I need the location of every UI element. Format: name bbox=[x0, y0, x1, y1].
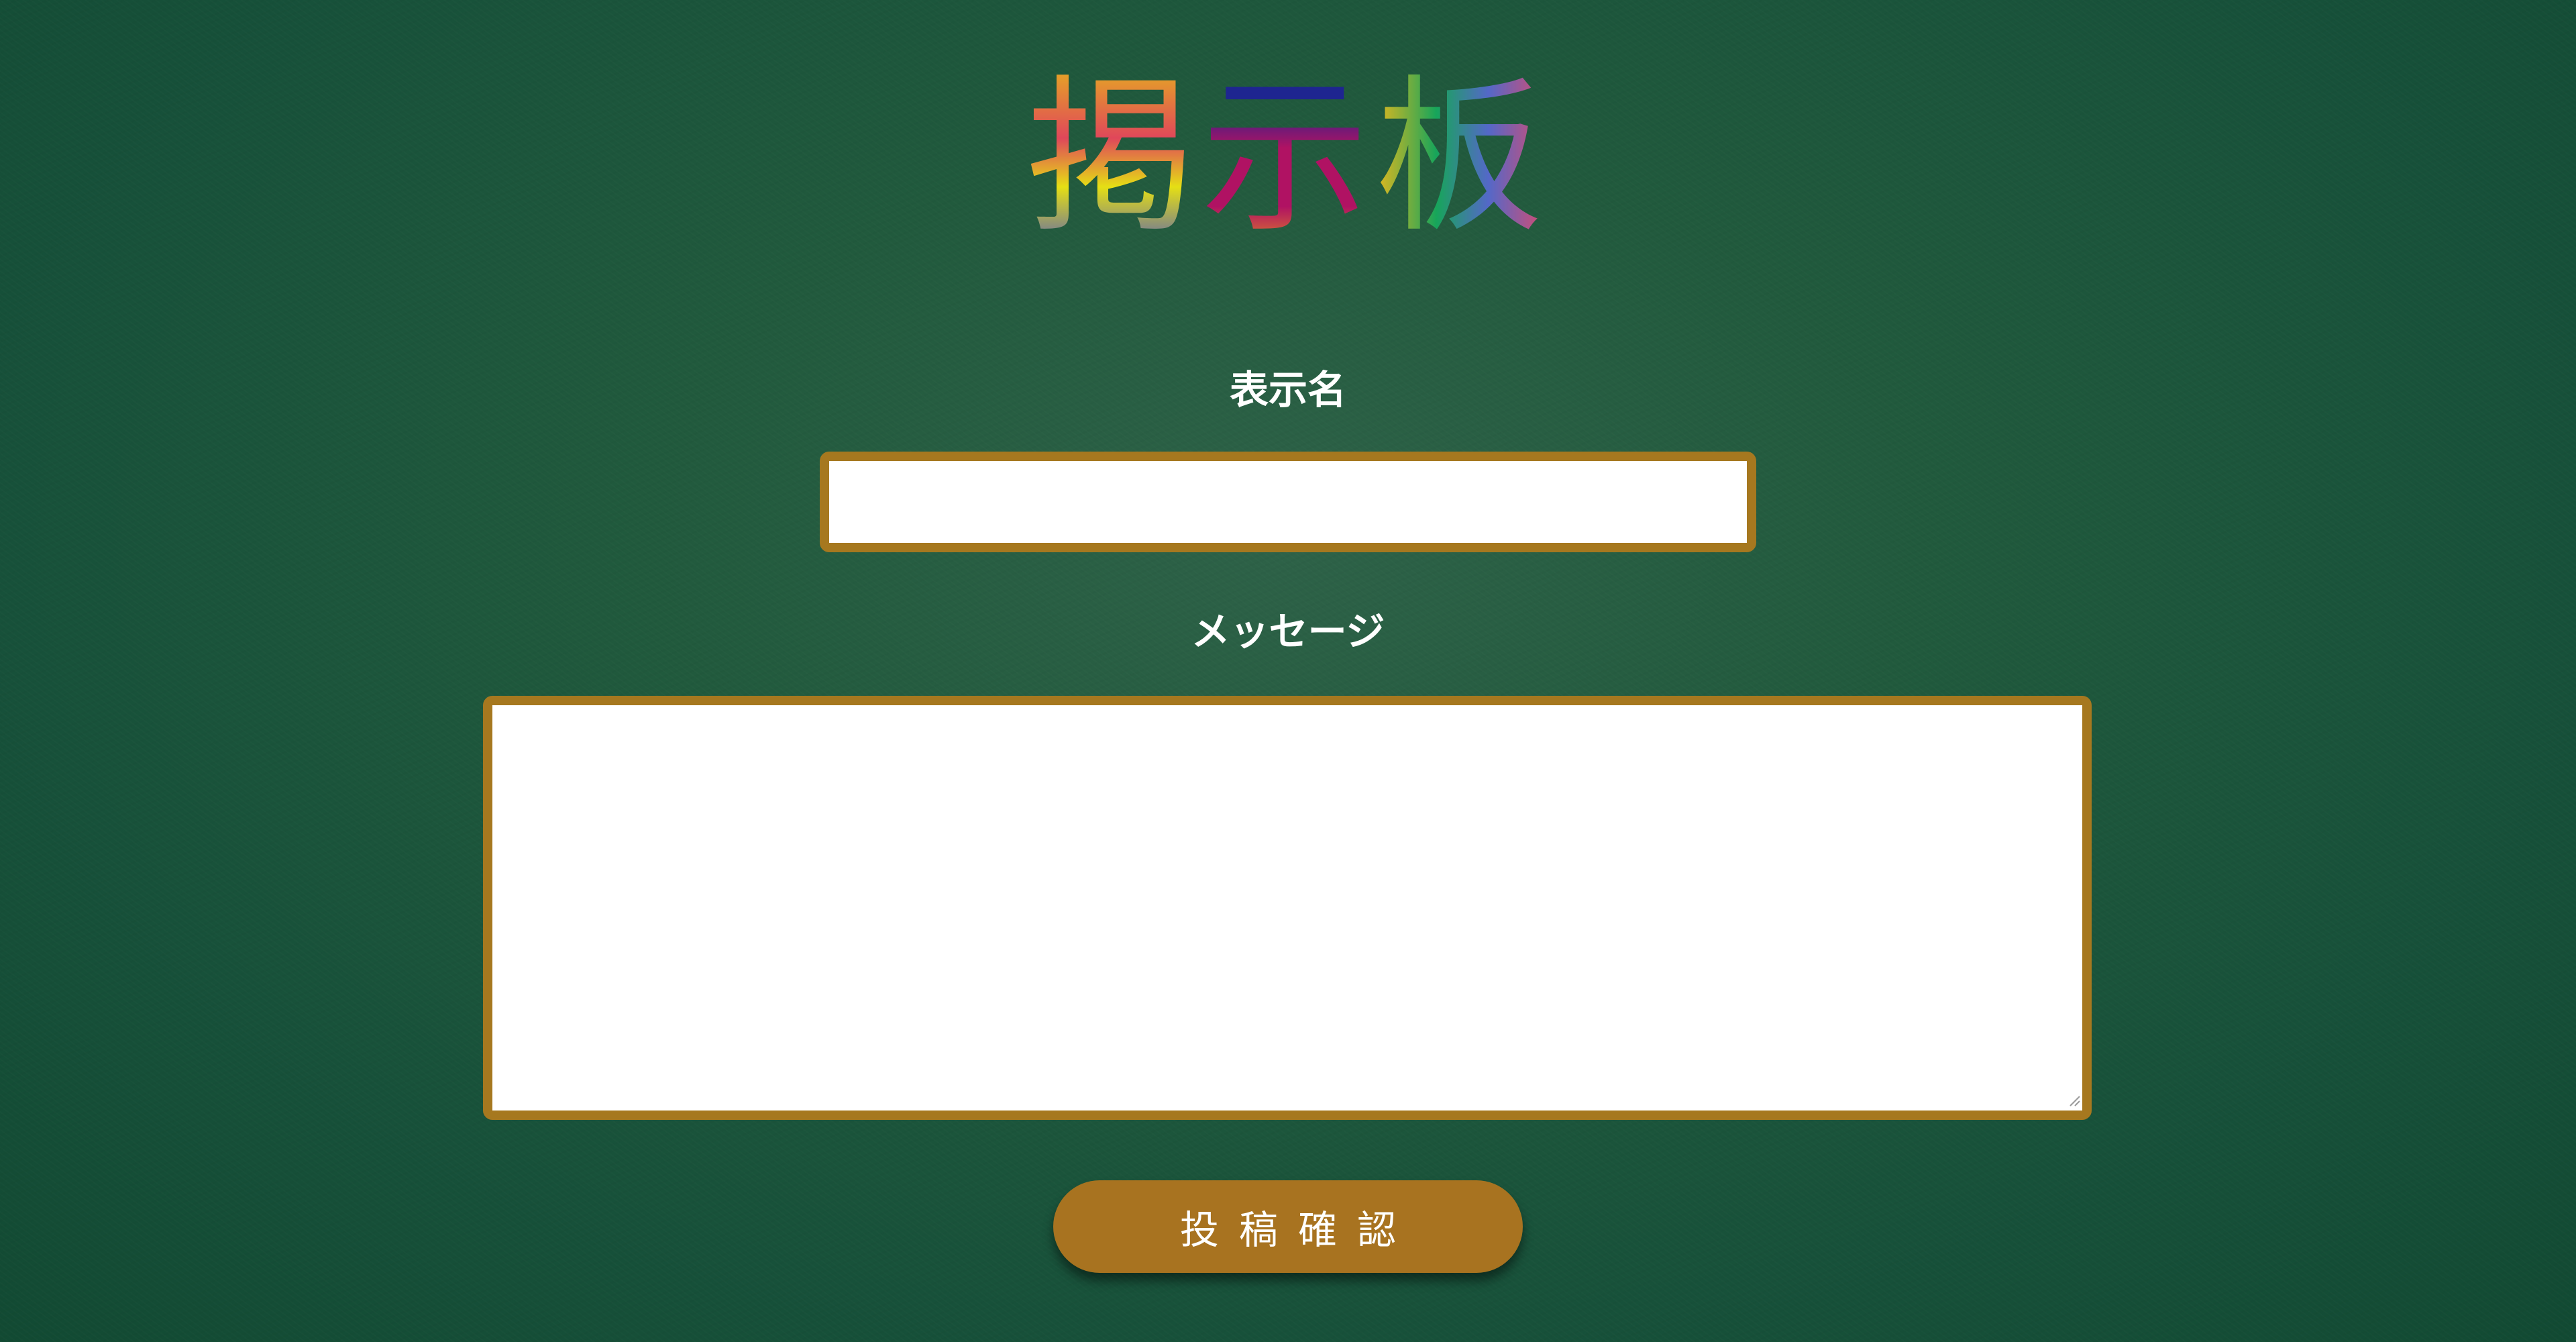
page-title-char-3: 板 bbox=[1375, 60, 1550, 255]
display-name-label: 表示名 bbox=[1229, 367, 1346, 413]
submit-confirm-button[interactable]: 投稿確認 bbox=[1053, 1180, 1523, 1273]
display-name-input[interactable] bbox=[820, 452, 1756, 552]
page-title: 掲示板 bbox=[0, 60, 2576, 255]
message-textarea[interactable] bbox=[483, 696, 2092, 1120]
page-title-char-1: 掲 bbox=[1026, 60, 1201, 255]
resize-grip-icon[interactable] bbox=[2068, 1094, 2081, 1107]
message-label: メッセージ bbox=[1191, 609, 1385, 654]
page-title-char-2: 示 bbox=[1201, 60, 1375, 255]
